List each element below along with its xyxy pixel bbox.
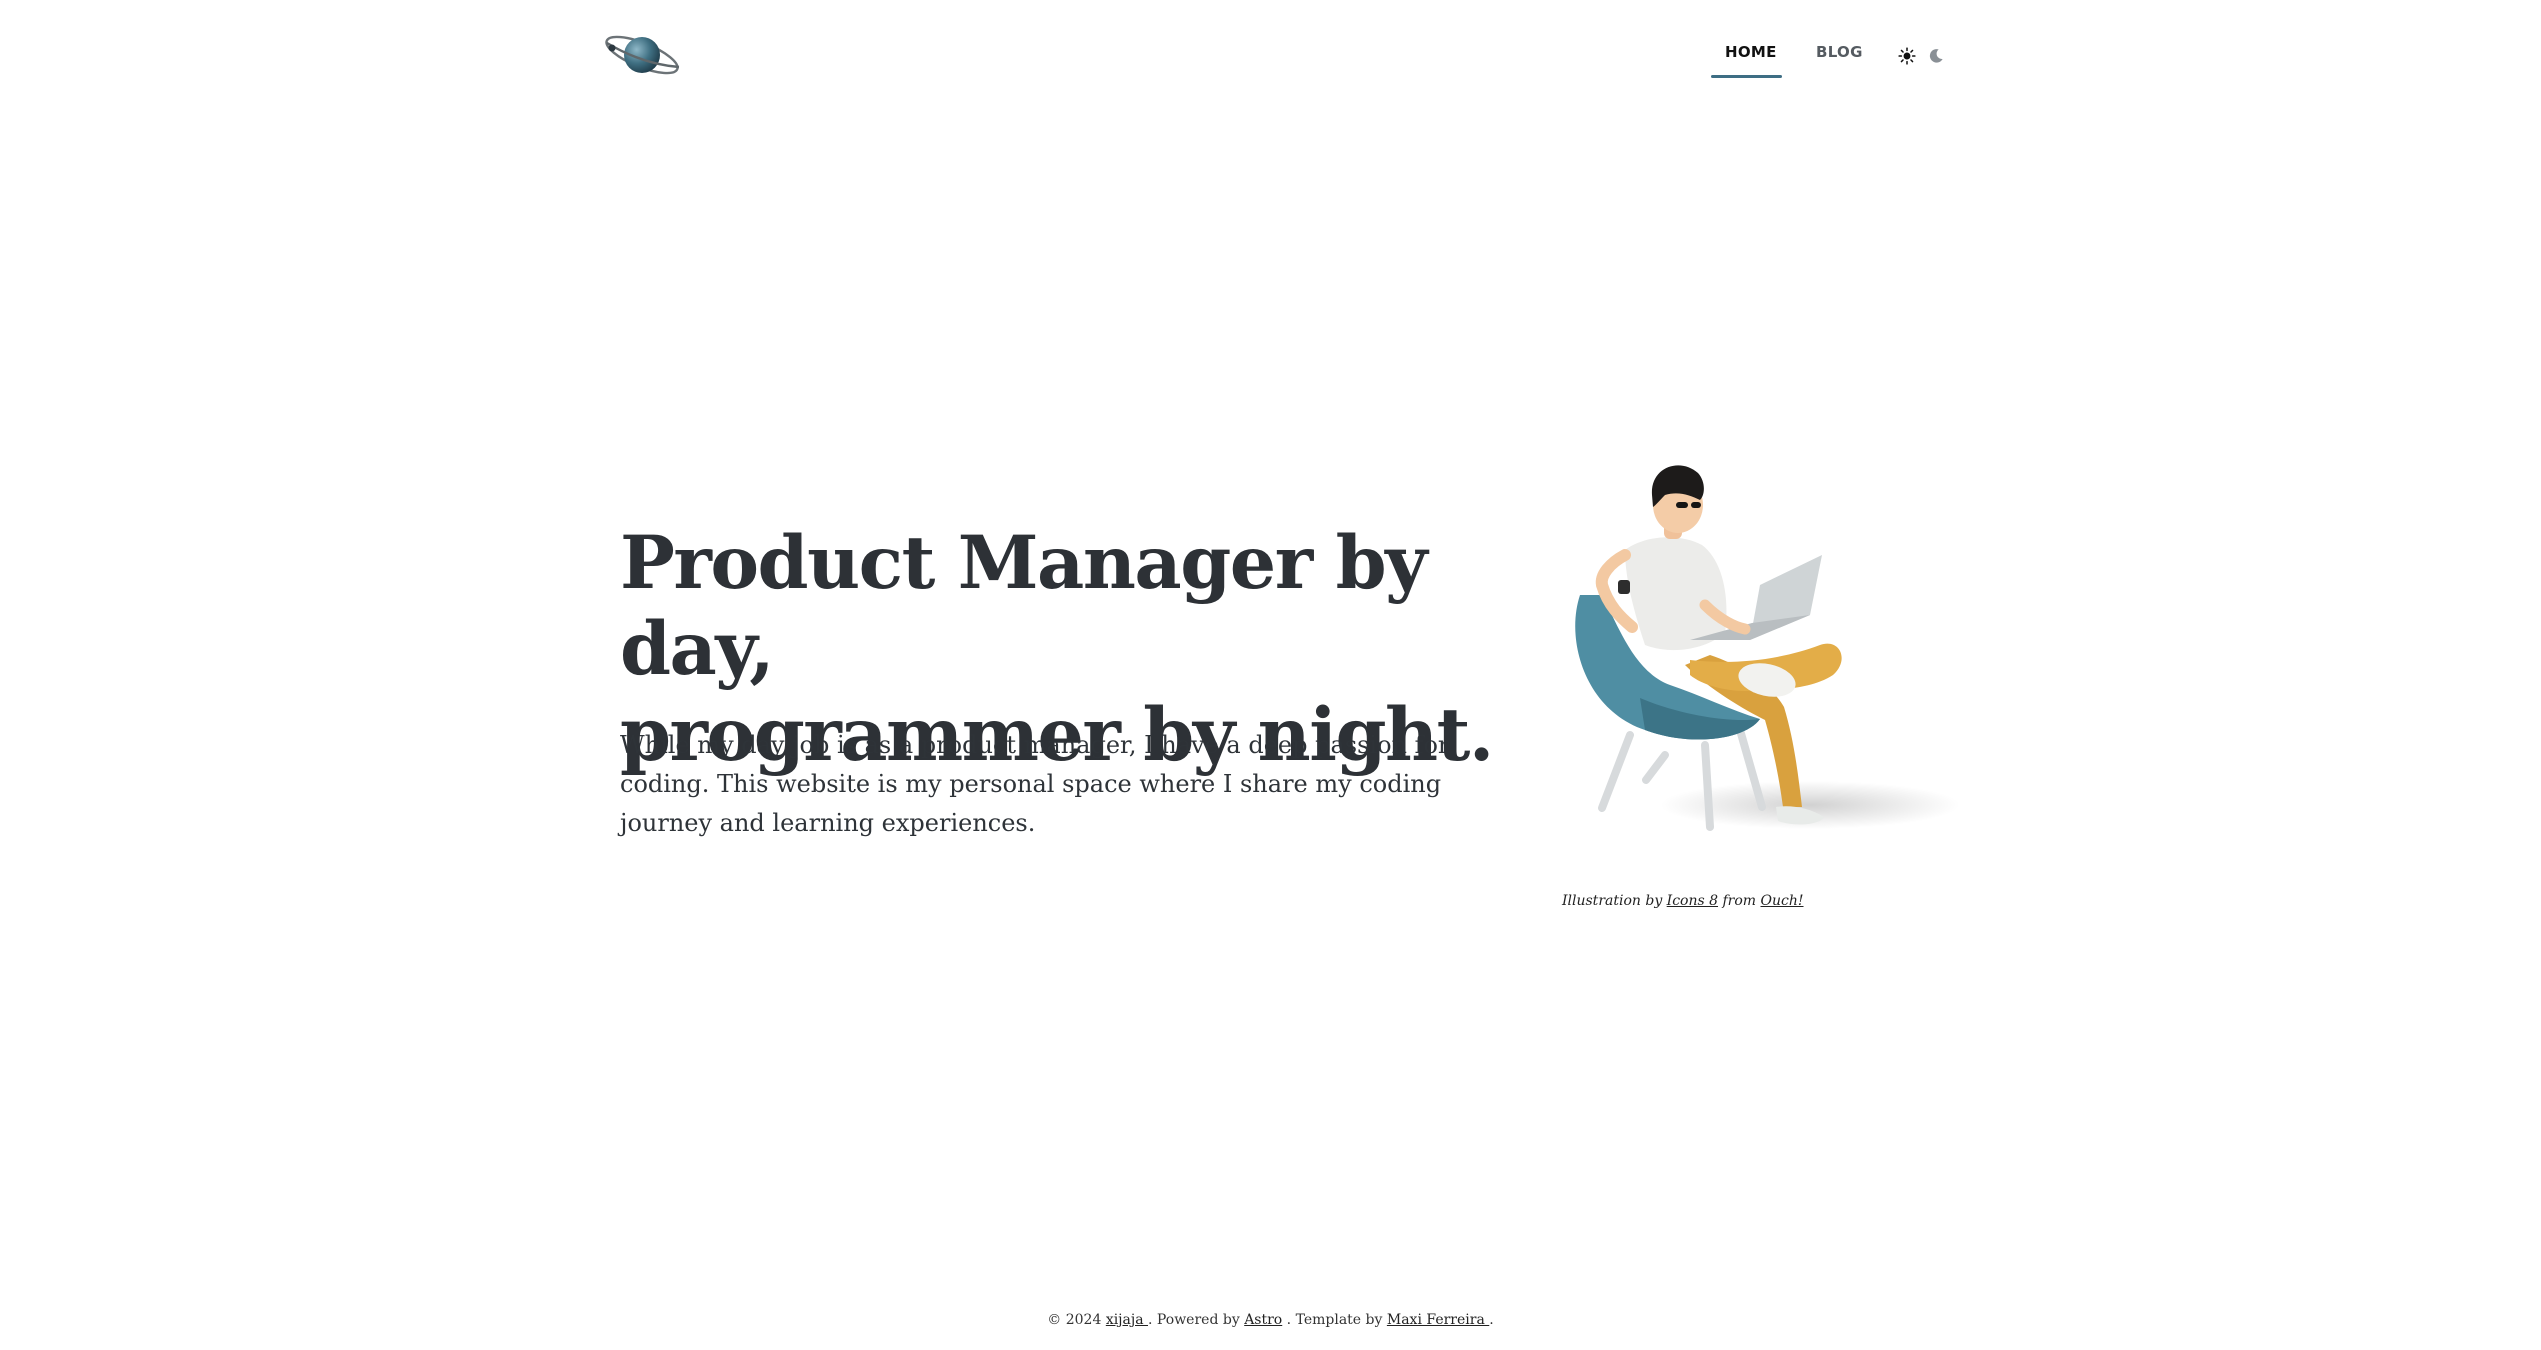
icons8-link[interactable]: Icons 8	[1667, 893, 1718, 909]
dark-theme-button[interactable]	[1924, 44, 1948, 68]
light-theme-button[interactable]	[1895, 44, 1919, 68]
caption-prefix: Illustration by	[1562, 893, 1667, 909]
sun-icon	[1898, 47, 1916, 65]
nav-active-indicator	[1711, 75, 1782, 78]
main-nav: HOME BLOG	[1700, 0, 1960, 110]
footer-author-link[interactable]: xijaja	[1106, 1312, 1148, 1328]
footer-astro-link[interactable]: Astro	[1244, 1312, 1282, 1328]
hero-title-line-1: Product Manager by day,	[620, 520, 1428, 692]
site-footer: © 2024 xijaja . Powered by Astro . Templ…	[0, 1312, 2541, 1328]
footer-template-text: . Template by	[1282, 1312, 1387, 1328]
moon-icon	[1929, 49, 1943, 63]
footer-template-link[interactable]: Maxi Ferreira	[1387, 1312, 1489, 1328]
footer-powered-text: . Powered by	[1148, 1312, 1245, 1328]
planet-icon	[605, 35, 680, 75]
nav-home-link[interactable]: HOME	[1725, 43, 1777, 61]
illustration-caption: Illustration by Icons 8 from Ouch!	[1562, 893, 1804, 909]
footer-end: .	[1489, 1312, 1494, 1328]
person-on-chair-illustration	[1575, 465, 1960, 831]
nav-blog-link[interactable]: BLOG	[1816, 43, 1863, 61]
caption-middle: from	[1718, 893, 1761, 909]
ouch-link[interactable]: Ouch!	[1761, 893, 1804, 909]
hero-description: While my day job is as a product manager…	[620, 731, 1450, 837]
footer-copyright: © 2024	[1047, 1312, 1106, 1328]
site-header: HOME BLOG	[0, 0, 2541, 110]
